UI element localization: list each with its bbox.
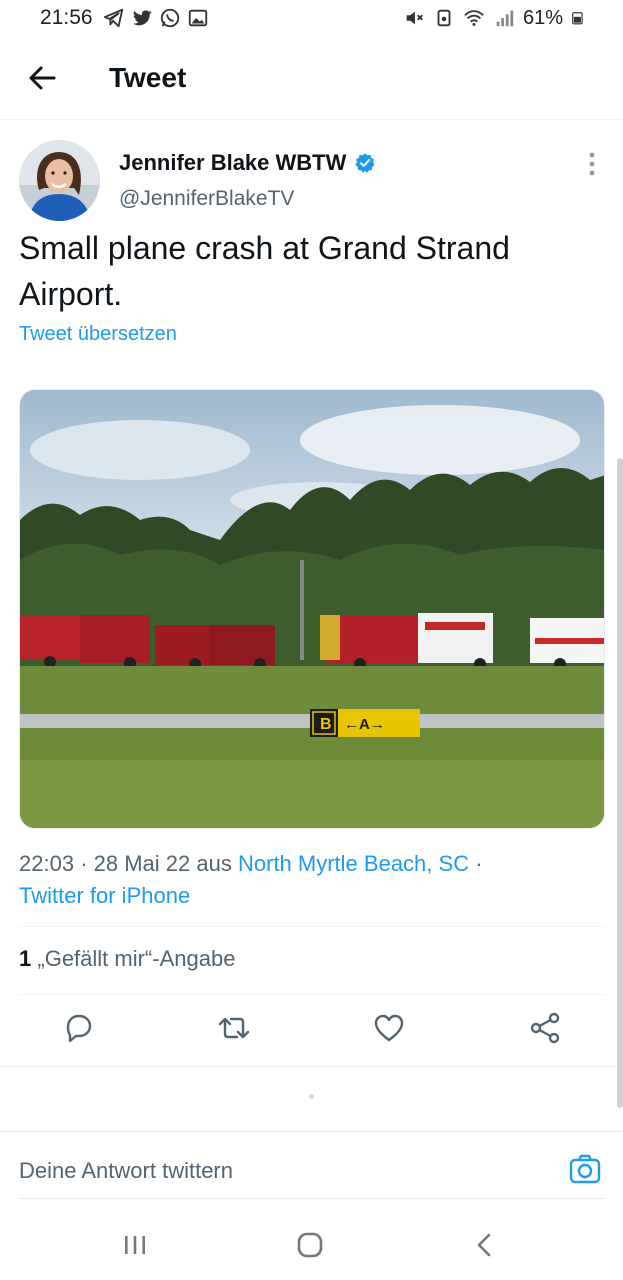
signal-icon xyxy=(496,10,514,27)
app-header: Tweet xyxy=(0,40,623,120)
twitter-icon xyxy=(133,10,152,26)
whatsapp-icon xyxy=(160,8,180,28)
author-name-row[interactable]: Jennifer Blake WBTW xyxy=(119,150,376,176)
likes-row[interactable]: 1 „Gefällt mir“-Angabe xyxy=(19,946,235,972)
share-icon[interactable] xyxy=(527,1010,563,1046)
mute-icon xyxy=(406,11,423,25)
like-icon[interactable] xyxy=(371,1010,407,1046)
tweet-date: 28 Mai 22 xyxy=(93,851,191,876)
home-icon[interactable] xyxy=(295,1230,325,1260)
save-icon xyxy=(437,9,451,27)
system-nav-bar xyxy=(0,1210,623,1280)
reply-divider xyxy=(19,1198,605,1199)
svg-text:←A→: ←A→ xyxy=(344,716,385,733)
status-bar: 21:56 61% xyxy=(0,0,623,40)
author-handle[interactable]: @JenniferBlakeTV xyxy=(119,187,294,211)
likes-count: 1 xyxy=(19,946,32,971)
more-options-icon[interactable] xyxy=(582,150,602,180)
author-name[interactable]: Jennifer Blake WBTW xyxy=(119,150,346,176)
tweet-photo[interactable]: B ←A→ xyxy=(19,389,605,829)
recent-apps-icon[interactable] xyxy=(120,1230,150,1260)
reply-composer[interactable]: Deine Antwort twittern xyxy=(0,1131,623,1199)
battery-percent: 61% xyxy=(522,6,563,29)
camera-icon[interactable] xyxy=(568,1152,602,1186)
svg-text:B: B xyxy=(320,716,332,733)
tweet-location-prefix: aus xyxy=(196,851,232,876)
battery-icon xyxy=(572,12,583,25)
telegram-icon xyxy=(103,8,124,28)
gallery-icon xyxy=(188,9,208,27)
loading-dot xyxy=(309,1094,314,1099)
tweet-meta: 22:03 · 28 Mai 22 aus North Myrtle Beach… xyxy=(19,851,483,876)
section-separator xyxy=(0,1066,623,1067)
reply-input[interactable]: Deine Antwort twittern xyxy=(19,1158,233,1184)
tweet-photo-image: B ←A→ xyxy=(20,390,604,828)
back-nav-icon[interactable] xyxy=(470,1230,500,1260)
reply-icon[interactable] xyxy=(60,1010,96,1046)
back-arrow-icon[interactable] xyxy=(28,64,56,92)
avatar[interactable] xyxy=(19,140,100,221)
scrollbar[interactable] xyxy=(617,458,623,1108)
tweet-location-link[interactable]: North Myrtle Beach, SC xyxy=(238,851,469,876)
tweet-text: Small plane crash at Grand Strand Airpor… xyxy=(19,230,510,312)
verified-badge-icon xyxy=(355,153,375,173)
tweet-time: 22:03 xyxy=(19,851,75,876)
wifi-icon xyxy=(464,10,484,26)
divider xyxy=(19,994,605,995)
status-time: 21:56 xyxy=(40,6,93,29)
tweet-actions xyxy=(0,1010,623,1050)
retweet-icon[interactable] xyxy=(216,1010,252,1046)
likes-label: „Gefällt mir“-Angabe xyxy=(37,946,236,971)
tweet-source-link[interactable]: Twitter for iPhone xyxy=(19,880,190,912)
divider xyxy=(19,926,605,927)
notification-icons xyxy=(103,6,209,30)
page-title: Tweet xyxy=(109,62,187,93)
translate-tweet-link[interactable]: Tweet übersetzen xyxy=(19,323,177,346)
system-status: 61% xyxy=(403,6,585,30)
